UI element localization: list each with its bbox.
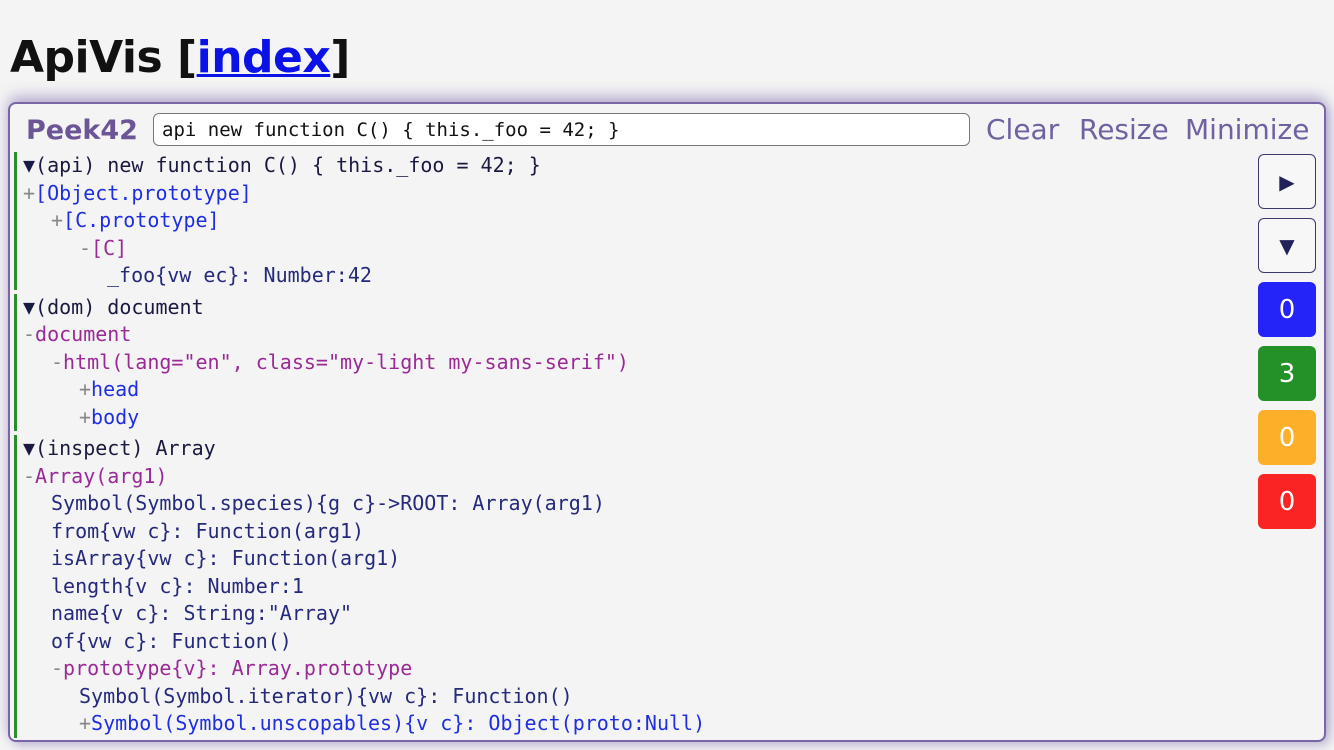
collapse-icon[interactable]: - (79, 236, 91, 260)
tree-node-label: body (91, 404, 140, 429)
collapse-icon[interactable]: - (51, 350, 63, 374)
expand-icon[interactable]: + (79, 711, 91, 735)
tree-node-label: Array(arg1) (35, 463, 168, 488)
peek42-panel: Peek42 Clear Resize Minimize ▼(api) new … (8, 102, 1326, 742)
tree-node[interactable]: -[C] (23, 235, 1244, 263)
tree-node-label: [Object.prototype] (35, 180, 252, 205)
error-counter[interactable]: 0 (1258, 474, 1316, 529)
collapse-all-button[interactable]: ▼ (1258, 218, 1316, 273)
collapse-icon[interactable]: - (51, 656, 63, 680)
play-icon: ▶ (1279, 169, 1295, 194)
info-counter[interactable]: 0 (1258, 282, 1316, 337)
tree-node-label: Symbol(Symbol.iterator){vw c}: Function(… (79, 683, 573, 708)
tree-node: of{vw c}: Function() (23, 628, 1244, 656)
tree-node: isArray{vw c}: Function(arg1) (23, 545, 1244, 573)
success-count: 3 (1278, 358, 1296, 389)
log-entry-header[interactable]: ▼(api) new function C() { this._foo = 42… (23, 152, 1244, 180)
tree-node-label: Symbol(Symbol.species){g c}->ROOT: Array… (51, 491, 605, 515)
tree-node[interactable]: -Array(arg1) (23, 463, 1244, 491)
tree-node-label: document (35, 322, 132, 346)
tree-node: name{v c}: String:"Array" (23, 600, 1244, 628)
tree-node-label: _foo{vw ec}: Number:42 (107, 263, 372, 287)
tree-node-label: from{vw c}: Function(arg1) (51, 518, 365, 543)
query-input[interactable] (153, 113, 970, 146)
output-area: ▼(api) new function C() { this._foo = 42… (14, 152, 1244, 740)
tree-node-label: Symbol(Symbol.unscopables){v c}: Object(… (91, 711, 706, 735)
side-controls: ▶ ▼ 0 3 0 0 (1258, 154, 1318, 538)
tree-node: Symbol(Symbol.iterator){vw c}: Function(… (23, 683, 1244, 711)
tree-node[interactable]: -html(lang="en", class="my-light my-sans… (23, 349, 1244, 377)
log-entry: ▼(api) new function C() { this._foo = 42… (14, 152, 1244, 290)
log-entry: ▼(dom) document -document -html(lang="en",… (14, 293, 1244, 432)
tree-node-label: of{vw c}: Function() (51, 628, 292, 653)
log-entry-header[interactable]: ▼(dom) document (23, 294, 1244, 322)
title-prefix: ApiVis [ (10, 32, 197, 83)
resize-button[interactable]: Resize (1079, 113, 1169, 146)
tree-node[interactable]: +[Object.prototype] (23, 180, 1244, 208)
tree-node-label: head (91, 377, 140, 401)
tree-node: length{v c}: Number:1 (23, 573, 1244, 601)
tree-node[interactable]: -prototype{v}: Array.prototype (23, 655, 1244, 683)
log-entry-header[interactable]: ▼(inspect) Array (23, 435, 1244, 463)
collapse-icon[interactable]: - (23, 464, 35, 488)
tree-node[interactable]: -document (23, 321, 1244, 349)
tree-node: from{vw c}: Function(arg1) (23, 518, 1244, 546)
tree-node-label: [C] (91, 235, 128, 260)
minimize-button[interactable]: Minimize (1185, 113, 1309, 146)
warning-counter[interactable]: 0 (1258, 410, 1316, 465)
expand-icon[interactable]: + (79, 405, 91, 429)
tree-node[interactable]: +Symbol(Symbol.unscopables){v c}: Object… (23, 710, 1244, 738)
tree-node: Symbol(Symbol.species){g c}->ROOT: Array… (23, 490, 1244, 518)
expand-icon[interactable]: + (79, 377, 91, 401)
index-link[interactable]: index (197, 32, 331, 83)
expand-all-button[interactable]: ▶ (1258, 154, 1316, 209)
tree-node-label: prototype{v}: Array.prototype (63, 656, 413, 680)
tree-node-label: name{v c}: String:"Array" (51, 601, 353, 625)
page-title: ApiVis [index] (10, 32, 350, 83)
expand-icon[interactable]: + (51, 208, 63, 232)
tree-node[interactable]: +head (23, 376, 1244, 404)
chevron-down-icon: ▼ (1279, 233, 1295, 258)
info-count: 0 (1278, 294, 1296, 325)
expand-icon[interactable]: + (23, 181, 35, 205)
tree-node[interactable]: +[C.prototype] (23, 207, 1244, 235)
title-suffix: ] (330, 32, 350, 83)
panel-toolbar: Peek42 Clear Resize Minimize (10, 110, 1324, 150)
tree-node[interactable]: +body (23, 404, 1244, 432)
collapse-icon[interactable]: - (23, 322, 35, 346)
success-counter[interactable]: 3 (1258, 346, 1316, 401)
tree-node-label: isArray{vw c}: Function(arg1) (51, 546, 401, 570)
log-entry: ▼(inspect) Array -Array(arg1) Symbol(Symbo… (14, 435, 1244, 738)
tree-node-label: length{v c}: Number:1 (51, 573, 304, 598)
tree-node-label: html(lang="en", class="my-light my-sans-… (63, 349, 629, 374)
tree-node-label: [C.prototype] (63, 208, 220, 232)
tree-node: _foo{vw ec}: Number:42 (23, 262, 1244, 290)
brand-label: Peek42 (26, 115, 138, 146)
error-count: 0 (1278, 486, 1296, 517)
clear-button[interactable]: Clear (986, 113, 1059, 146)
warning-count: 0 (1278, 422, 1296, 453)
